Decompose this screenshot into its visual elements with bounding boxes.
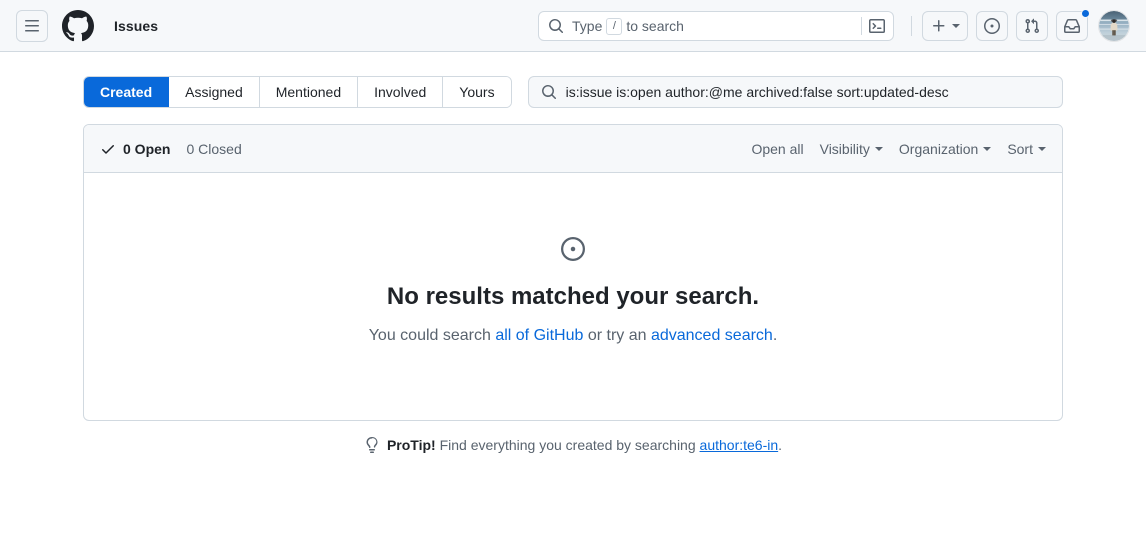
advanced-search-link[interactable]: advanced search (651, 327, 773, 344)
create-new-button[interactable] (922, 11, 968, 41)
issue-search-input[interactable]: is:issue is:open author:@me archived:fal… (527, 76, 1063, 108)
tab-involved[interactable]: Involved (358, 77, 444, 107)
git-pull-request-icon (1025, 18, 1040, 34)
empty-state: No results matched your search. You coul… (84, 173, 1062, 420)
global-search-button[interactable]: Type / to search (538, 11, 894, 41)
search-icon (548, 18, 564, 34)
app-header: Issues Type / to search (0, 0, 1146, 52)
issues-toolbar: 0 Open 0 Closed Open all Visibility Orga… (84, 125, 1062, 173)
chevron-down-icon (874, 147, 883, 151)
header-divider (911, 16, 912, 36)
command-palette-icon[interactable] (869, 18, 887, 34)
search-icon (541, 84, 557, 100)
unread-notification-indicator (1081, 9, 1090, 18)
chevron-down-icon (952, 24, 960, 28)
empty-state-prefix: You could search (368, 327, 496, 345)
empty-state-subtitle: You could search all of GitHub or try an… (108, 324, 1038, 348)
open-all-button[interactable]: Open all (751, 141, 803, 157)
your-issues-button[interactable] (976, 11, 1008, 41)
header-left-group: Issues (16, 9, 159, 42)
issues-results-panel: 0 Open 0 Closed Open all Visibility Orga… (83, 124, 1063, 422)
plus-icon (933, 20, 945, 32)
filter-row: Created Assigned Mentioned Involved Your… (83, 76, 1063, 108)
open-count-label: 0 Open (123, 140, 171, 157)
search-placeholder-text: Type / to search (572, 17, 861, 35)
content-container: Created Assigned Mentioned Involved Your… (83, 76, 1063, 454)
empty-state-title: No results matched your search. (386, 283, 760, 310)
empty-state-suffix: . (772, 327, 778, 345)
issue-search-query-value: is:issue is:open author:@me archived:fal… (565, 84, 949, 100)
page-title: Issues (114, 17, 159, 34)
protip-body: Find everything you created by searching (439, 437, 700, 454)
search-placeholder-prefix: Type (572, 18, 603, 34)
chevron-down-icon (1038, 147, 1046, 151)
sort-label: Sort (1007, 140, 1033, 157)
hamburger-menu-button[interactable] (16, 9, 48, 42)
avatar-image (1099, 11, 1129, 41)
empty-state-middle: or try an (583, 327, 651, 345)
main-content: Created Assigned Mentioned Involved Your… (0, 52, 1146, 454)
issue-state-filters: 0 Open 0 Closed (100, 141, 242, 157)
chevron-down-icon (983, 147, 992, 151)
search-placeholder-suffix: to search (626, 18, 684, 34)
protip-suffix: . (778, 437, 783, 454)
your-pull-requests-button[interactable] (1016, 11, 1048, 41)
tab-mentioned[interactable]: Mentioned (259, 77, 359, 107)
slash-key-badge: / (606, 17, 623, 35)
github-mark-icon (62, 9, 94, 41)
visibility-dropdown[interactable]: Visibility (820, 141, 883, 157)
notifications-button[interactable] (1056, 9, 1090, 41)
organization-dropdown[interactable]: Organization (898, 140, 992, 157)
open-issues-filter[interactable]: 0 Open (100, 141, 170, 157)
tab-yours[interactable]: Yours (443, 77, 511, 107)
protip-text: ProTip! Find everything you created by s… (387, 437, 782, 453)
lightbulb-icon (364, 437, 380, 454)
all-of-github-link[interactable]: all of GitHub (495, 327, 583, 344)
closed-issues-filter[interactable]: 0 Closed (186, 141, 241, 157)
open-all-label: Open all (751, 140, 804, 157)
issues-toolbar-actions: Open all Visibility Organization Sort (751, 141, 1046, 157)
header-actions-group (909, 0, 1130, 52)
protip-label: ProTip! (386, 437, 436, 454)
visibility-label: Visibility (819, 140, 870, 157)
issue-scope-tabs: Created Assigned Mentioned Involved Your… (83, 76, 512, 108)
protip-query-link[interactable]: author:te6-in (700, 437, 779, 453)
organization-label: Organization (898, 140, 979, 157)
hamburger-icon (25, 19, 39, 31)
inbox-icon (1064, 19, 1080, 33)
protip: ProTip! Find everything you created by s… (83, 437, 1063, 454)
sort-dropdown[interactable]: Sort (1007, 141, 1046, 157)
issue-opened-icon (108, 237, 1038, 261)
header-search-group: Type / to search (538, 11, 894, 41)
github-logo-link[interactable] (62, 9, 94, 42)
tab-created[interactable]: Created (84, 77, 170, 107)
avatar[interactable] (1098, 10, 1130, 42)
tab-assigned[interactable]: Assigned (169, 77, 260, 107)
search-divider (861, 17, 862, 35)
issue-opened-icon (984, 18, 1000, 34)
check-icon (100, 141, 116, 157)
